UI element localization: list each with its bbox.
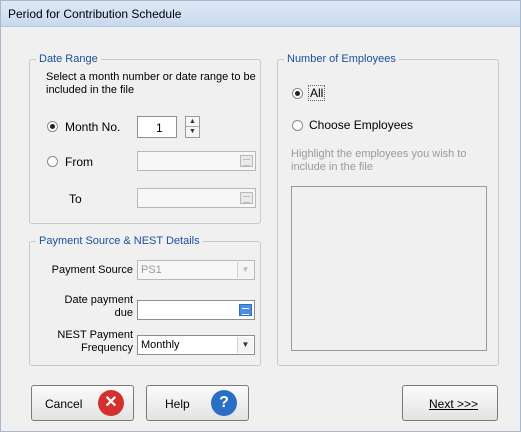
choose-employees-radio[interactable] [292, 120, 303, 131]
help-button[interactable]: Help ? [146, 385, 249, 421]
date-payment-due-field[interactable] [137, 300, 255, 320]
payment-title: Payment Source & NEST Details [36, 235, 203, 247]
spin-down-icon[interactable]: ▼ [186, 127, 199, 137]
cancel-button-label: Cancel [45, 397, 83, 411]
payment-source-label: Payment Source [51, 264, 133, 276]
title-bar: Period for Contribution Schedule [1, 1, 520, 27]
close-icon: ✕ [98, 390, 124, 416]
calendar-icon[interactable] [239, 304, 252, 316]
from-label: From [65, 155, 93, 169]
employees-listbox[interactable] [291, 186, 487, 351]
spin-up-icon[interactable]: ▲ [186, 117, 199, 127]
chevron-down-icon[interactable]: ▼ [237, 262, 253, 278]
calendar-icon[interactable] [240, 192, 253, 204]
dialog-window: Period for Contribution Schedule Date Ra… [0, 0, 521, 432]
cancel-button[interactable]: Cancel ✕ [31, 385, 134, 421]
payment-source-select[interactable]: PS1 ▼ [137, 260, 255, 280]
choose-employees-label: Choose Employees [309, 118, 414, 132]
chevron-down-icon[interactable]: ▼ [237, 337, 253, 353]
to-date-field[interactable] [137, 188, 256, 208]
next-button[interactable]: Next >>> [402, 385, 498, 421]
nest-frequency-label: NEST Payment Frequency [57, 329, 133, 354]
question-icon: ? [211, 390, 237, 416]
employees-hint: Highlight the employees you wish to incl… [291, 148, 467, 173]
month-no-stepper[interactable]: ▲ ▼ [185, 116, 200, 138]
window-title: Period for Contribution Schedule [8, 7, 182, 21]
all-radio[interactable] [292, 88, 303, 99]
date-payment-due-label: Date payment due [64, 294, 133, 319]
to-label: To [69, 192, 82, 206]
month-no-radio[interactable] [47, 121, 58, 132]
calendar-icon[interactable] [240, 155, 253, 167]
month-no-label: Month No. [65, 120, 121, 134]
help-button-label: Help [165, 397, 190, 411]
date-range-title: Date Range [36, 53, 101, 65]
employees-title: Number of Employees [284, 53, 399, 65]
month-no-input[interactable]: 1 [137, 116, 177, 138]
date-range-description: Select a month number or date range to b… [46, 71, 256, 96]
next-button-label: Next >>> [429, 397, 479, 411]
from-date-field[interactable] [137, 151, 256, 171]
all-label: All [308, 85, 326, 101]
from-radio[interactable] [47, 156, 58, 167]
nest-frequency-select[interactable]: Monthly ▼ [137, 335, 255, 355]
